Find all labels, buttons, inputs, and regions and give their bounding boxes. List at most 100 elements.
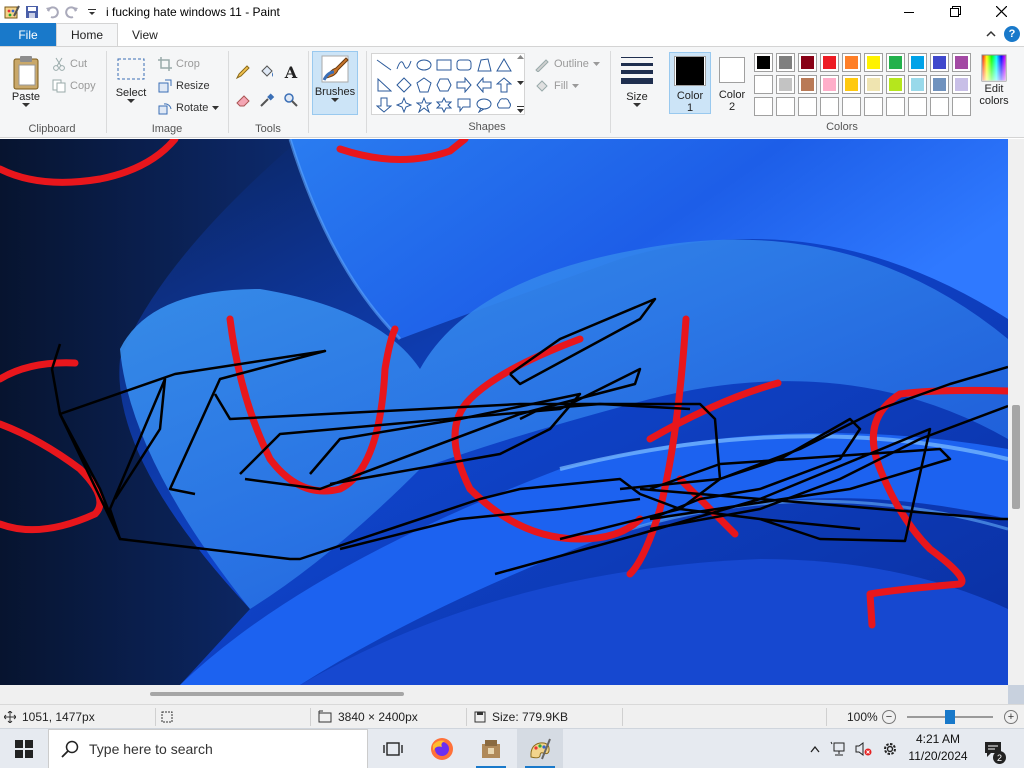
palette-color-swatch[interactable] [776,97,795,116]
copy-button[interactable]: Copy [52,77,96,95]
file-manager-taskbar-button[interactable] [468,729,514,768]
drawing-canvas[interactable] [0,139,1008,685]
start-button[interactable] [0,729,48,768]
fill-bucket-icon[interactable] [258,63,276,81]
fill-button[interactable]: Fill [534,77,580,95]
palette-color-swatch[interactable] [776,53,795,72]
expand-gallery-icon[interactable] [516,106,524,113]
palette-color-swatch[interactable] [776,75,795,94]
volume-button[interactable] [852,729,874,768]
palette-color-swatch[interactable] [864,75,883,94]
size-button[interactable]: Size [618,55,656,108]
palette-color-swatch[interactable] [754,75,773,94]
palette-color-swatch[interactable] [842,53,861,72]
restore-button[interactable] [932,0,978,23]
rounded-callout-shape-icon[interactable] [454,95,474,115]
save-icon[interactable] [24,4,40,20]
five-point-star-shape-icon[interactable] [414,95,434,115]
rounded-rectangle-shape-icon[interactable] [454,55,474,75]
paint-app-icon[interactable] [4,4,20,20]
palette-color-swatch[interactable] [908,53,927,72]
curve-shape-icon[interactable] [394,55,414,75]
zoom-slider-thumb[interactable] [945,710,955,724]
horizontal-scroll-thumb[interactable] [150,692,404,696]
palette-color-swatch[interactable] [820,97,839,116]
rotate-dropdown-icon[interactable] [212,105,220,111]
cloud-callout-shape-icon[interactable] [494,95,514,115]
edit-colors-button[interactable]: Edit colors [975,53,1013,107]
close-button[interactable] [978,0,1024,23]
color1-selector[interactable]: Color 1 [669,52,711,114]
vertical-scroll-thumb[interactable] [1012,405,1020,509]
diamond-shape-icon[interactable] [394,75,414,95]
help-icon[interactable]: ? [1004,26,1020,42]
select-dropdown-icon[interactable] [127,99,135,104]
outline-button[interactable]: Outline [534,55,600,73]
crop-button[interactable]: Crop [158,55,200,73]
rectangle-shape-icon[interactable] [434,55,454,75]
tab-file[interactable]: File [0,23,56,46]
resize-button[interactable]: Resize [158,77,210,95]
palette-color-swatch[interactable] [798,97,817,116]
up-arrow-shape-icon[interactable] [494,75,514,95]
palette-color-swatch[interactable] [952,53,971,72]
left-arrow-shape-icon[interactable] [474,75,494,95]
select-button[interactable]: Select [114,55,148,104]
palette-color-swatch[interactable] [798,53,817,72]
settings-button[interactable] [878,729,902,768]
pencil-icon[interactable] [234,63,252,81]
brushes-button[interactable]: Brushes [312,51,358,115]
zoom-out-button[interactable]: − [882,710,896,724]
four-point-star-shape-icon[interactable] [394,95,414,115]
tab-view[interactable]: View [118,23,172,46]
palette-color-swatch[interactable] [886,97,905,116]
zoom-in-button[interactable]: + [1004,710,1018,724]
six-point-star-shape-icon[interactable] [434,95,454,115]
paste-button[interactable]: Paste [6,53,46,108]
brushes-dropdown-icon[interactable] [331,98,339,103]
color-picker-icon[interactable] [258,91,276,109]
text-icon[interactable]: A [282,63,300,82]
paint-taskbar-button[interactable] [517,729,563,768]
eraser-icon[interactable] [234,91,252,109]
palette-color-swatch[interactable] [842,97,861,116]
palette-color-swatch[interactable] [908,75,927,94]
palette-color-swatch[interactable] [864,97,883,116]
palette-color-swatch[interactable] [820,53,839,72]
tab-home[interactable]: Home [56,23,119,46]
search-box[interactable]: Type here to search [48,729,368,768]
triangle-shape-icon[interactable] [494,55,514,75]
cut-button[interactable]: Cut [52,55,87,73]
customize-qa-dropdown-icon[interactable] [84,4,100,20]
palette-color-swatch[interactable] [864,53,883,72]
palette-color-swatch[interactable] [842,75,861,94]
right-arrow-shape-icon[interactable] [454,75,474,95]
palette-color-swatch[interactable] [930,97,949,116]
horizontal-scrollbar[interactable] [0,685,1008,704]
vertical-scrollbar[interactable] [1008,139,1024,685]
magnifier-icon[interactable] [282,91,300,109]
color2-selector[interactable]: Color 2 [713,55,751,113]
palette-color-swatch[interactable] [886,53,905,72]
palette-color-swatch[interactable] [952,75,971,94]
palette-color-swatch[interactable] [820,75,839,94]
palette-color-swatch[interactable] [908,97,927,116]
palette-color-swatch[interactable] [886,75,905,94]
hexagon-shape-icon[interactable] [434,75,454,95]
rotate-button[interactable]: Rotate [158,99,220,117]
minimize-button[interactable] [886,0,932,23]
right-triangle-shape-icon[interactable] [374,75,394,95]
show-hidden-icons-button[interactable] [806,729,824,768]
palette-color-swatch[interactable] [754,97,773,116]
redo-icon[interactable] [64,4,80,20]
fill-dropdown-icon[interactable] [572,83,580,89]
collapse-ribbon-icon[interactable] [986,30,996,38]
oval-callout-shape-icon[interactable] [474,95,494,115]
clock[interactable]: 4:21 AM 11/20/2024 [905,731,971,765]
paste-dropdown-icon[interactable] [22,103,30,108]
pentagon-shape-icon[interactable] [414,75,434,95]
scroll-down-icon[interactable] [516,80,524,86]
line-shape-icon[interactable] [374,55,394,75]
oval-shape-icon[interactable] [414,55,434,75]
task-view-button[interactable] [370,729,416,768]
